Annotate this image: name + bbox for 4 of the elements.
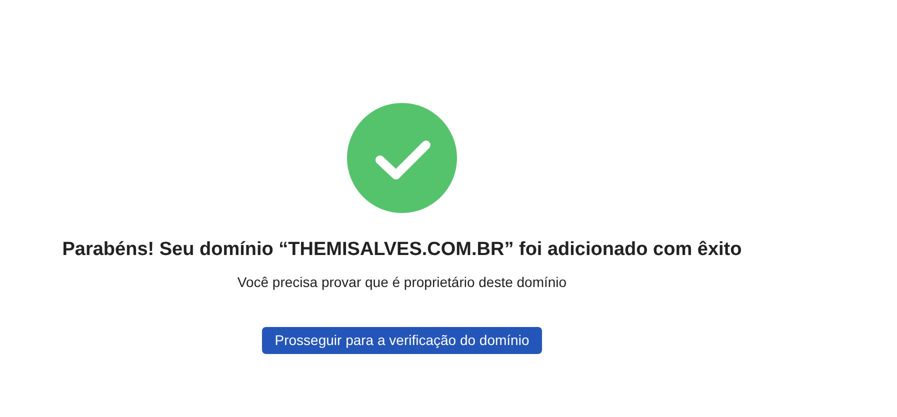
success-check-icon [347,103,457,213]
instruction-text: Você precisa provar que é proprietário deste domínio [237,272,567,292]
proceed-button[interactable]: Prosseguir para a verificação do domínio [262,326,542,354]
success-heading: Parabéns! Seu domínio “THEMISALVES.COM.BR” foi adicionado com êxito [62,238,742,262]
